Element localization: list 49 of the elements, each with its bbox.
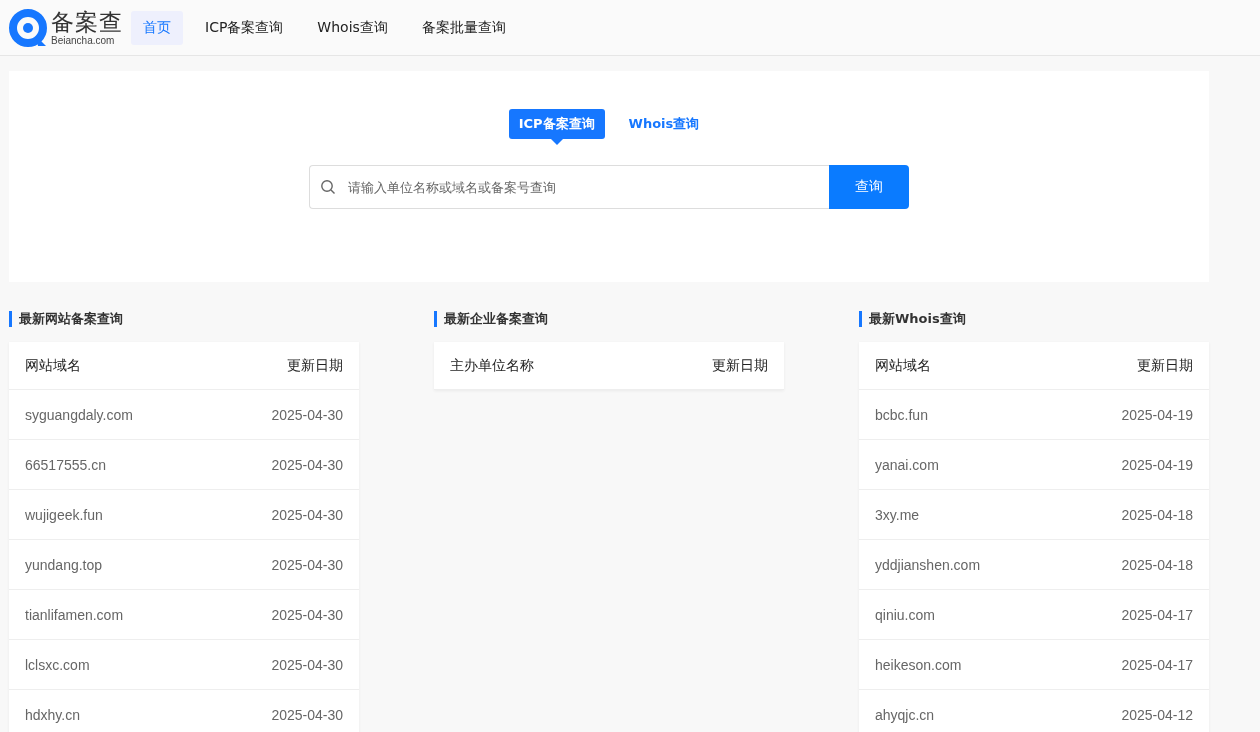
nav-link[interactable]: Whois查询 — [305, 10, 400, 45]
domain-link[interactable]: wujigeek.fun — [25, 506, 103, 523]
column-header: 主办单位名称 — [450, 356, 534, 375]
date-cell: 2025-04-30 — [271, 706, 343, 723]
date-cell: 2025-04-17 — [1121, 656, 1193, 673]
logo-domain: Beiancha.com — [51, 35, 116, 46]
date-cell: 2025-04-30 — [271, 506, 343, 523]
domain-link[interactable]: yanai.com — [875, 456, 939, 473]
date-cell: 2025-04-30 — [271, 456, 343, 473]
search-tab[interactable]: Whois查询 — [618, 109, 710, 139]
domain-link[interactable]: heikeson.com — [875, 656, 962, 673]
domain-link[interactable]: hdxhy.cn — [25, 706, 80, 723]
domain-link[interactable]: tianlifamen.com — [25, 606, 124, 623]
nav-link[interactable]: ICP备案查询 — [193, 10, 296, 45]
date-cell: 2025-04-19 — [1121, 406, 1193, 423]
date-cell: 2025-04-30 — [271, 606, 343, 623]
domain-link[interactable]: lclsxc.com — [25, 656, 90, 673]
section-title: 最新Whois查询 — [859, 311, 1209, 327]
date-cell: 2025-04-19 — [1121, 456, 1193, 473]
section-title: 最新企业备案查询 — [434, 311, 784, 327]
domain-link[interactable]: yddjianshen.com — [875, 556, 981, 573]
column-header: 网站域名 — [875, 356, 931, 375]
date-cell: 2025-04-12 — [1121, 706, 1193, 723]
search-button[interactable]: 查询 — [829, 165, 909, 209]
search-tab[interactable]: ICP备案查询 — [508, 109, 605, 139]
domain-link[interactable]: 3xy.me — [875, 506, 920, 523]
date-cell: 2025-04-30 — [271, 406, 343, 423]
date-cell: 2025-04-18 — [1121, 556, 1193, 573]
domain-link[interactable]: yundang.top — [25, 556, 103, 573]
tab-pointer-icon — [550, 139, 563, 145]
date-cell: 2025-04-18 — [1121, 506, 1193, 523]
domain-link[interactable]: ahyqjc.cn — [875, 706, 935, 723]
column-header: 更新日期 — [712, 356, 768, 375]
logo-name: 备案查 — [51, 9, 123, 35]
logo-icon — [8, 7, 48, 48]
column-header: 更新日期 — [1137, 356, 1193, 375]
search-field[interactable]: 请输入单位名称或域名或备案号查询 — [309, 165, 829, 209]
nav-link[interactable]: 首页 — [131, 10, 183, 45]
column-header: 网站域名 — [25, 356, 81, 375]
domain-link[interactable]: 66517555.cn — [25, 456, 106, 473]
date-cell: 2025-04-30 — [271, 656, 343, 673]
date-cell: 2025-04-17 — [1121, 606, 1193, 623]
column-header: 更新日期 — [287, 356, 343, 375]
section-title: 最新网站备案查询 — [9, 311, 359, 327]
date-cell: 2025-04-30 — [271, 556, 343, 573]
domain-link[interactable]: syguangdaly.com — [25, 406, 133, 423]
domain-link[interactable]: bcbc.fun — [875, 406, 928, 423]
domain-link[interactable]: qiniu.com — [875, 606, 935, 623]
nav-link[interactable]: 备案批量查询 — [409, 10, 518, 45]
